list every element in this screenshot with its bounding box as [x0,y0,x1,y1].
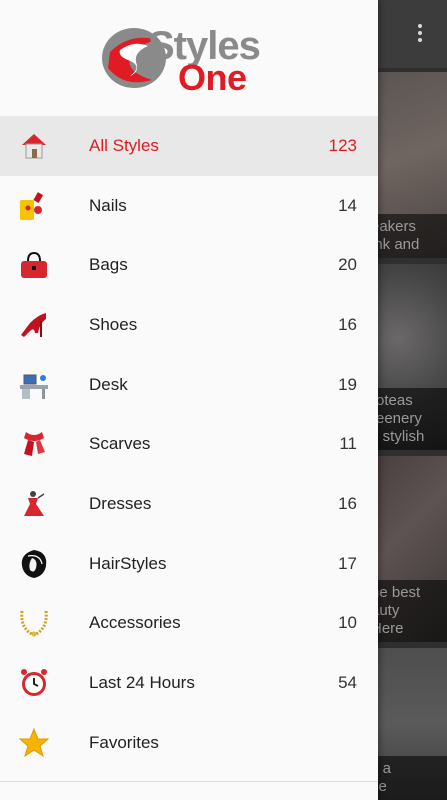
menu-item-label: Bags [89,255,128,275]
menu-item-count: 16 [338,493,357,513]
menu-item-label: Desk [89,374,128,394]
menu-item-count: 14 [338,195,357,215]
feed-card-caption: roteas reenery s stylish [378,388,447,450]
menu-item-count: 11 [339,434,357,454]
menu-item-count: 54 [338,673,357,693]
feed-card-caption: s a ce [378,756,447,800]
menu-item-count: 16 [338,314,357,334]
feed-card[interactable]: s a ce [378,648,447,800]
handbag-icon [21,252,47,279]
category-menu: All Styles 123 Nails 14 Bags 20 Shoes 16… [0,116,378,773]
menu-item-label: Shoes [89,314,138,334]
house-icon [22,133,46,159]
feed-card[interactable]: roteas reenery s stylish [378,264,447,450]
alarm-clock-icon [21,669,47,697]
menu-item-accessories[interactable]: Accessories 10 [0,594,378,654]
menu-item-label: Favorites [89,732,159,752]
menu-item-label: Nails [89,195,127,215]
menu-item-scarves[interactable]: Scarves 11 [0,414,378,474]
menu-item-label: Dresses [89,493,152,513]
hair-icon [21,549,47,578]
menu-item-favorites[interactable]: Favorites [0,713,378,773]
menu-item-label: Accessories [89,613,181,633]
scarf-icon [24,432,45,457]
menu-item-count: 10 [338,613,357,633]
menu-item-count: 123 [328,135,357,155]
menu-item-label: Scarves [89,434,151,454]
menu-item-label: Last 24 Hours [89,673,195,693]
menu-item-count: 17 [338,553,357,573]
menu-item-shoes[interactable]: Shoes 16 [0,295,378,355]
nail-polish-icon [20,191,44,220]
menu-item-dresses[interactable]: Dresses 16 [0,474,378,534]
app-logo: Styles One [100,22,261,98]
menu-item-count: 20 [338,255,357,275]
drawer-divider [0,781,378,782]
dress-icon [24,490,45,516]
star-icon [18,727,50,757]
desk-computer-icon [20,374,48,399]
feed-card[interactable]: he best auty Here [378,456,447,642]
menu-item-desk[interactable]: Desk 19 [0,355,378,415]
menu-item-nails[interactable]: Nails 14 [0,176,378,236]
necklace-icon [20,611,48,637]
high-heel-icon [21,312,46,337]
navigation-drawer: Styles One All Styles 123 Nails 14 Bags … [0,0,378,800]
feed-card-caption: eakers ink and [378,214,447,258]
menu-item-hairstyles[interactable]: HairStyles 17 [0,534,378,594]
menu-item-label: HairStyles [89,553,167,573]
logo-text-bottom: One [178,57,247,98]
menu-item-all-styles[interactable]: All Styles 123 [0,116,378,176]
menu-item-label: All Styles [89,135,159,155]
overflow-menu-icon[interactable] [405,18,435,48]
menu-item-last-24-hours[interactable]: Last 24 Hours 54 [0,653,378,713]
feed-card[interactable]: eakers ink and [378,72,447,258]
menu-item-count: 19 [338,374,357,394]
menu-item-bags[interactable]: Bags 20 [0,235,378,295]
feed-card-caption: he best auty Here [378,580,447,642]
